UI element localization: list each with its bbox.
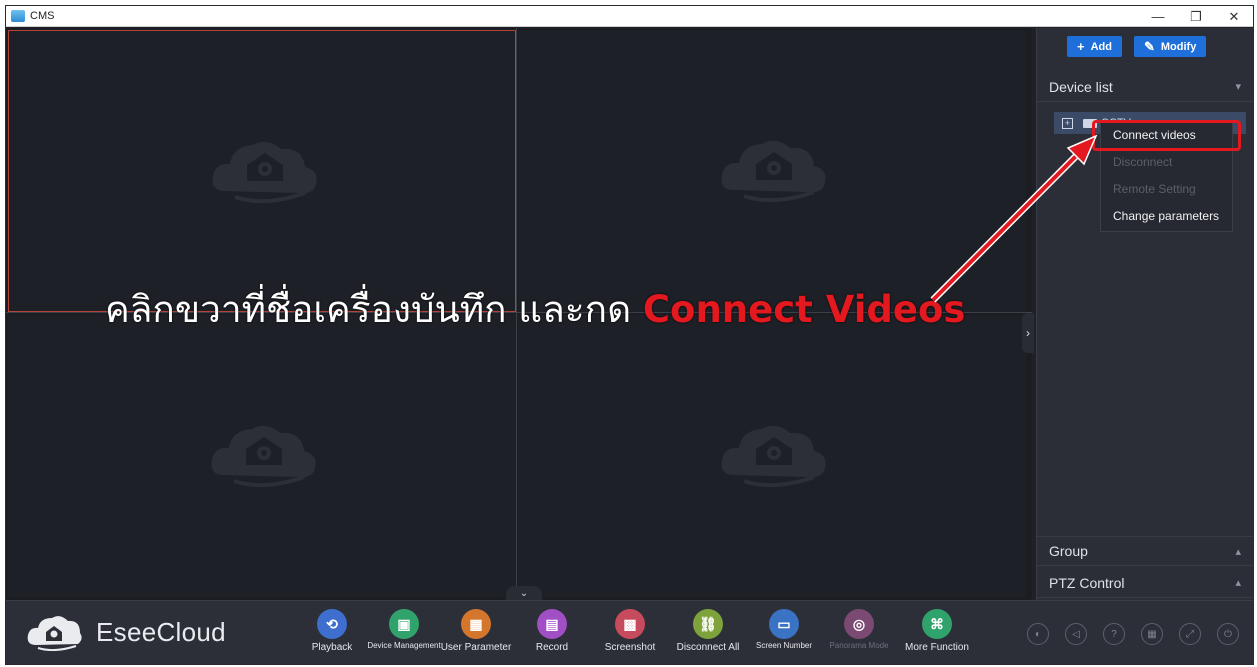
ptz-control-header[interactable]: PTZ Control ▴	[1037, 568, 1253, 598]
disconnect-all-icon: ⛓	[693, 609, 723, 639]
group-header[interactable]: Group ▴	[1037, 536, 1253, 566]
brand-logo: EseeCloud	[24, 613, 226, 651]
close-button[interactable]: ✕	[1215, 6, 1253, 27]
brand-name: EseeCloud	[96, 616, 226, 647]
modify-label: Modify	[1160, 40, 1197, 53]
more-function-button[interactable]: ⌘ More Function	[897, 609, 977, 653]
connect-videos-highlight	[1092, 120, 1241, 151]
panorama-mode-icon: ◎	[844, 609, 874, 639]
group-title: Group	[1049, 543, 1088, 559]
tree-expand-icon[interactable]: +	[1062, 117, 1073, 129]
panorama-mode-label: Panorama Mode	[829, 641, 889, 650]
device-management-icon: ▣	[389, 609, 419, 639]
bottom-toolbar: EseeCloud ⟲ Playback ▣ Device Management…	[6, 600, 1253, 664]
layout-icon[interactable]: ▦	[1141, 623, 1163, 645]
annotation-highlight: Connect Videos	[642, 288, 966, 331]
menu-item-remote-setting[interactable]: Remote Setting	[1101, 175, 1232, 202]
user-parameter-button[interactable]: ▦ User Parameter	[436, 609, 516, 653]
device-management-button[interactable]: ▣ Device Management	[364, 609, 444, 650]
screen-number-button[interactable]: ▭ Screen Number	[744, 609, 824, 650]
minimize-button[interactable]: —	[1139, 6, 1177, 27]
device-panel: + Add ✎ Modify Device list ▾ + CCTV Grou…	[1036, 28, 1253, 600]
panel-actions: + Add ✎ Modify	[1067, 36, 1207, 57]
edit-icon: ✎	[1143, 38, 1155, 54]
panel-expand-icon[interactable]: ›	[1022, 313, 1034, 353]
screen-number-label: Screen Number	[755, 641, 813, 650]
modify-button[interactable]: ✎ Modify	[1133, 36, 1207, 57]
user-parameter-icon: ▦	[461, 609, 491, 639]
panorama-mode-button[interactable]: ◎ Panorama Mode	[819, 609, 899, 650]
title-bar: CMS — ❐ ✕	[6, 6, 1253, 27]
fullscreen-icon[interactable]: ⤢	[1179, 623, 1201, 645]
ptz-title: PTZ Control	[1049, 574, 1125, 591]
disconnect-all-button[interactable]: ⛓ Disconnect All	[668, 609, 748, 653]
esee-watermark-icon	[721, 140, 826, 203]
record-icon: ▤	[537, 609, 567, 639]
video-cell-3[interactable]	[8, 315, 516, 597]
esee-cloud-icon	[27, 616, 82, 651]
video-cell-1[interactable]	[8, 30, 516, 312]
chevron-up-icon: ▴	[1235, 545, 1241, 558]
playback-label: Playback	[311, 642, 353, 653]
toolbar-collapse-icon[interactable]: ⌄	[506, 586, 542, 600]
mute-icon[interactable]: ◐	[1027, 623, 1049, 645]
esee-watermark-icon	[212, 141, 317, 204]
utility-icons: ◐ ◁ ? ▦ ⤢ ⏻	[1027, 623, 1239, 645]
esee-watermark-icon	[721, 425, 826, 488]
esee-watermark-icon	[211, 425, 316, 488]
maximize-button[interactable]: ❐	[1177, 6, 1215, 27]
device-list-title: Device list	[1049, 78, 1113, 95]
window-title: CMS	[30, 10, 55, 22]
user-parameter-label: User Parameter	[440, 642, 512, 653]
app-icon	[11, 10, 25, 22]
volume-icon[interactable]: ◁	[1065, 623, 1087, 645]
annotation-text: คลิกขวาที่ชื่อเครื่องบันทึก และกด	[105, 288, 632, 331]
record-label: Record	[535, 642, 569, 653]
add-label: Add	[1090, 40, 1112, 53]
device-list-header[interactable]: Device list ▾	[1037, 72, 1253, 102]
chevron-up-icon: ▴	[1235, 577, 1241, 589]
window-controls: — ❐ ✕	[1139, 6, 1253, 27]
screen-number-icon: ▭	[769, 609, 799, 639]
more-function-label: More Function	[905, 642, 969, 653]
instruction-annotation: คลิกขวาที่ชื่อเครื่องบันทึก และกด Connec…	[105, 280, 965, 339]
playback-icon: ⟲	[317, 609, 347, 639]
add-button[interactable]: + Add	[1067, 36, 1122, 57]
screenshot-label: Screenshot	[604, 642, 656, 653]
chevron-down-icon: ▾	[1235, 81, 1241, 93]
disconnect-all-label: Disconnect All	[676, 642, 740, 653]
power-icon[interactable]: ⏻	[1217, 623, 1239, 645]
more-function-icon: ⌘	[922, 609, 952, 639]
device-management-label: Device Management	[367, 641, 441, 650]
playback-button[interactable]: ⟲ Playback	[292, 609, 372, 653]
screenshot-button[interactable]: ▩ Screenshot	[590, 609, 670, 653]
help-icon[interactable]: ?	[1103, 623, 1125, 645]
video-cell-4[interactable]	[518, 315, 1026, 597]
screenshot-icon: ▩	[615, 609, 645, 639]
menu-item-change-parameters[interactable]: Change parameters	[1101, 202, 1232, 229]
plus-icon: +	[1077, 39, 1085, 54]
record-button[interactable]: ▤ Record	[512, 609, 592, 653]
menu-item-disconnect[interactable]: Disconnect	[1101, 148, 1232, 175]
video-cell-2[interactable]	[518, 30, 1026, 312]
